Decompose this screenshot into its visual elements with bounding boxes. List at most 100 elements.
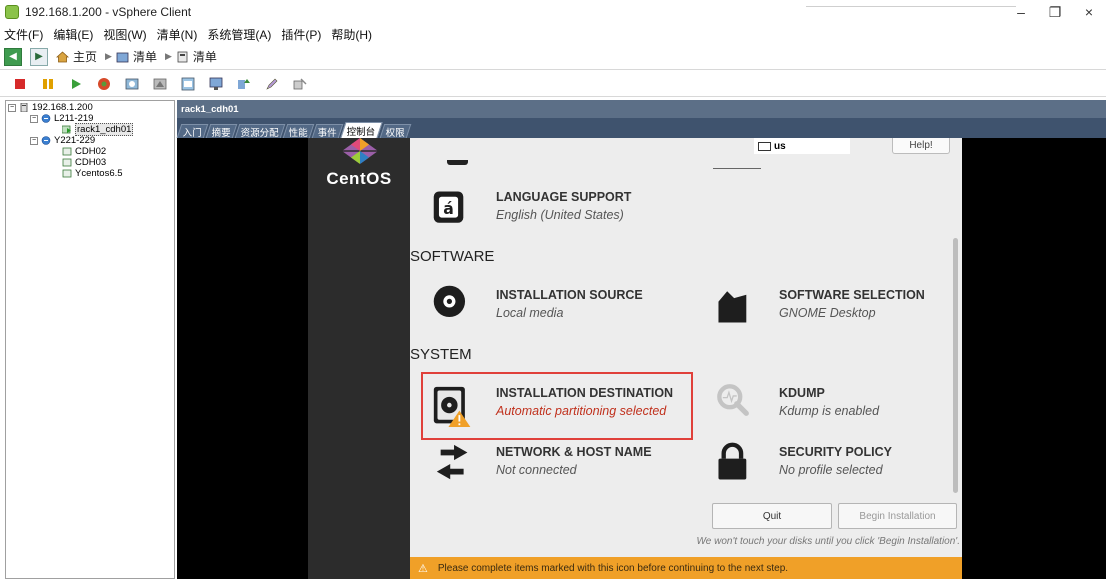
console-scrollbar[interactable] — [1098, 138, 1106, 579]
console-icon[interactable] — [208, 76, 224, 92]
forward-button[interactable]: ▶ — [30, 47, 48, 66]
back-button[interactable]: ◀ — [4, 47, 22, 66]
tab-label: 资源分配 — [240, 127, 279, 139]
installation-summary: us Help! á LANGUAGE SUPPORT English (Uni… — [410, 138, 962, 579]
spoke-status: Local media — [496, 306, 564, 320]
resource-pool-icon — [41, 114, 51, 123]
tree-node-pool-y221[interactable]: − Y221-229 — [6, 135, 174, 146]
tree-node-vm-cdh02[interactable]: CDH02 — [6, 146, 174, 157]
disk-warning-icon — [433, 386, 471, 427]
vm-icon — [62, 169, 72, 178]
tab-summary[interactable]: 摘要 — [205, 124, 238, 139]
vm-pane-header: rack1_cdh01 — [177, 100, 1106, 118]
spoke-status-warning: Automatic partitioning selected — [496, 404, 667, 418]
clone-icon[interactable] — [292, 76, 308, 92]
package-icon — [718, 291, 747, 323]
tree-node-vm-ycentos[interactable]: Ycentos6.5 — [6, 168, 174, 179]
close-button[interactable]: × — [1072, 0, 1106, 24]
help-button[interactable]: Help! — [892, 138, 950, 154]
breadcrumb-inventory-label: 清单 — [132, 50, 157, 64]
power-off-icon[interactable] — [12, 76, 28, 92]
migrate-icon[interactable] — [236, 76, 252, 92]
menu-inventory[interactable]: 清单(N) — [157, 26, 198, 43]
tab-permissions[interactable]: 权限 — [379, 124, 411, 139]
keyboard-layout-indicator[interactable]: us — [754, 138, 850, 154]
minimize-button[interactable]: – — [1004, 0, 1038, 24]
svg-text:á: á — [443, 199, 454, 218]
vm-running-icon — [62, 125, 71, 134]
lock-icon — [718, 442, 747, 480]
power-on-icon[interactable] — [68, 76, 84, 92]
revert-snapshot-icon[interactable] — [152, 76, 168, 92]
spoke-status: Not connected — [496, 463, 577, 477]
tab-events[interactable]: 事件 — [311, 124, 344, 139]
menu-file[interactable]: 文件(F) — [4, 26, 43, 43]
tree-node-vm-rack1[interactable]: rack1_cdh01 — [6, 123, 174, 136]
snapshot-manager-icon[interactable] — [180, 76, 196, 92]
keyboard-icon — [758, 141, 771, 151]
tab-resource-allocation[interactable]: 资源分配 — [234, 124, 286, 139]
vm-console[interactable]: CentOS us Help! á LANGUAGE SUPPORT Engli… — [177, 138, 1106, 579]
title-divider — [806, 6, 1016, 7]
quit-button[interactable]: Quit — [712, 503, 832, 529]
begin-installation-button[interactable]: Begin Installation — [838, 503, 957, 529]
tree-label-vm-cdh02: CDH02 — [75, 146, 107, 157]
tree-label-host: 192.168.1.200 — [32, 102, 93, 113]
vm-list-icon — [177, 51, 188, 62]
tree-node-vm-cdh03[interactable]: CDH03 — [6, 157, 174, 168]
window-controls: – ❐ × — [1004, 0, 1106, 24]
menu-help[interactable]: 帮助(H) — [331, 26, 372, 43]
menu-edit[interactable]: 编辑(E) — [53, 26, 93, 43]
tab-label: 权限 — [385, 127, 405, 139]
divider — [713, 168, 761, 169]
spoke-status: GNOME Desktop — [779, 306, 876, 320]
collapse-icon[interactable]: − — [8, 103, 16, 112]
breadcrumb-arrow-icon: ▶ — [164, 51, 172, 61]
tab-console[interactable]: 控制台 — [340, 122, 383, 138]
tab-label: 事件 — [317, 127, 337, 139]
tree-label-vm-cdh03: CDH03 — [75, 157, 107, 168]
magnifier-icon — [717, 384, 749, 416]
centos-brand: CentOS — [326, 169, 392, 188]
reset-icon[interactable] — [96, 76, 112, 92]
spoke-status: No profile selected — [779, 463, 883, 477]
tree-label-pool-y221: Y221-229 — [54, 135, 96, 146]
restore-button[interactable]: ❐ — [1038, 0, 1072, 24]
menu-administration[interactable]: 系统管理(A) — [207, 26, 271, 43]
warning-icon: ⚠ — [418, 562, 428, 575]
tab-label: 性能 — [288, 127, 308, 139]
snapshot-icon[interactable] — [124, 76, 140, 92]
network-arrows-icon — [436, 444, 468, 480]
language-icon: á — [433, 191, 464, 223]
menu-plugins[interactable]: 插件(P) — [281, 26, 321, 43]
spoke-title: INSTALLATION DESTINATION — [496, 386, 674, 400]
spoke-title: SECURITY POLICY — [779, 445, 892, 459]
breadcrumb-inventory-2[interactable]: ▶ 清单 — [165, 48, 217, 65]
spoke-title: KDUMP — [779, 386, 825, 400]
spoke-title: NETWORK & HOST NAME — [496, 445, 652, 459]
vm-icon — [62, 147, 72, 156]
breadcrumb-home[interactable]: 主页 — [56, 48, 97, 65]
suspend-icon[interactable] — [40, 76, 56, 92]
breadcrumb-inventory[interactable]: ▶ 清单 — [105, 48, 157, 65]
collapse-icon[interactable]: − — [30, 114, 38, 123]
installer-scrollbar[interactable] — [953, 238, 958, 493]
disk-safety-note: We won't touch your disks until you clic… — [696, 536, 960, 547]
tab-performance[interactable]: 性能 — [282, 124, 315, 139]
collapse-icon[interactable]: − — [30, 136, 38, 145]
tab-getting-started[interactable]: 入门 — [176, 124, 209, 139]
warning-message: Please complete items marked with this i… — [437, 562, 789, 574]
tab-label: 摘要 — [211, 127, 231, 139]
spoke-title: INSTALLATION SOURCE — [496, 288, 643, 302]
inventory-icon — [116, 52, 129, 62]
spoke-status: English (United States) — [496, 208, 624, 222]
tree-node-host[interactable]: − 192.168.1.200 — [6, 102, 174, 113]
home-icon — [56, 50, 69, 62]
edit-settings-icon[interactable] — [264, 76, 280, 92]
menu-view[interactable]: 视图(W) — [103, 26, 146, 43]
vsphere-client-window: 192.168.1.200 - vSphere Client – ❐ × 文件(… — [0, 0, 1106, 579]
breadcrumb-inventory-2-label: 清单 — [192, 50, 217, 64]
tab-label: 入门 — [182, 127, 202, 139]
window-title: 192.168.1.200 - vSphere Client — [25, 5, 192, 19]
section-software: SOFTWARE — [410, 248, 495, 265]
